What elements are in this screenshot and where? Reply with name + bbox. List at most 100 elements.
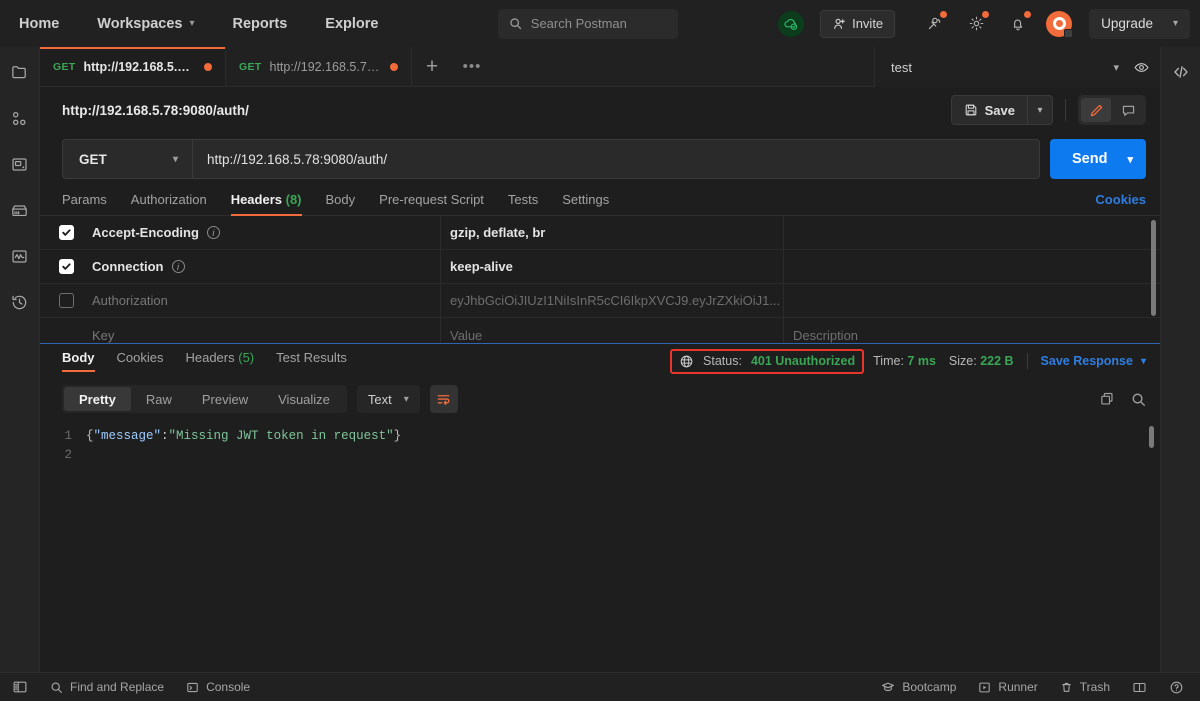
table-row[interactable]: Accept-Encoding i gzip, deflate, br xyxy=(40,216,1160,250)
invite-button[interactable]: Invite xyxy=(820,9,896,38)
new-tab-button[interactable]: + xyxy=(412,47,452,86)
tab-pre-request-script[interactable]: Pre-request Script xyxy=(367,192,496,215)
tab-headers[interactable]: Headers (8) xyxy=(219,192,314,216)
http-method-select[interactable]: GET ▾ xyxy=(63,140,193,178)
avatar-ring xyxy=(1052,17,1066,30)
new-header-key-input[interactable]: Key xyxy=(92,328,440,343)
view-mode-visualize[interactable]: Visualize xyxy=(263,387,345,411)
wrap-lines-button[interactable] xyxy=(429,385,458,413)
view-mode-preview[interactable]: Preview xyxy=(187,387,263,411)
help-button[interactable] xyxy=(1158,680,1188,695)
header-description-cell[interactable] xyxy=(783,216,1160,250)
new-header-value-input[interactable]: Value xyxy=(440,318,783,343)
send-button[interactable]: Send ▾ xyxy=(1050,139,1146,179)
monitors-icon[interactable] xyxy=(9,245,31,267)
bootcamp-button[interactable]: Bootcamp xyxy=(870,680,967,694)
trash-button[interactable]: Trash xyxy=(1049,680,1121,694)
main-body: GET http://192.168.5.78... GET http://19… xyxy=(0,47,1200,672)
search-icon xyxy=(509,17,522,30)
cookies-link[interactable]: Cookies xyxy=(1095,192,1146,215)
header-value-cell[interactable]: keep-alive xyxy=(440,249,783,284)
tab-method-label: GET xyxy=(239,60,262,73)
environment-quick-look-icon[interactable] xyxy=(1133,59,1150,76)
table-row[interactable]: Connection i keep-alive xyxy=(40,249,1160,284)
table-row[interactable]: Authorization eyJhbGciOiJIUzI1NiIsInR5cC… xyxy=(40,283,1160,318)
nav-item-explore[interactable]: Explore xyxy=(306,0,397,47)
globe-icon xyxy=(679,354,694,369)
response-tab-body[interactable]: Body xyxy=(62,350,106,372)
environment-selector[interactable]: test ▾ xyxy=(874,47,1160,87)
toggle-sidebar-button[interactable] xyxy=(8,679,39,695)
send-options-caret[interactable]: ▾ xyxy=(1127,153,1146,166)
info-icon[interactable]: i xyxy=(206,226,220,239)
environments-icon[interactable] xyxy=(9,153,31,175)
search-icon[interactable] xyxy=(1131,392,1146,407)
header-key-cell[interactable]: Authorization xyxy=(92,293,440,308)
bootcamp-icon xyxy=(881,680,895,694)
find-and-replace-label: Find and Replace xyxy=(70,680,165,694)
header-description-cell[interactable] xyxy=(783,283,1160,318)
new-header-description-input[interactable]: Description xyxy=(783,318,1160,343)
header-key-cell[interactable]: Accept-Encoding i xyxy=(92,225,440,240)
console-button[interactable]: Console xyxy=(175,680,261,694)
table-row-placeholder[interactable]: Key Value Description xyxy=(40,318,1160,343)
edit-mode-button[interactable] xyxy=(1081,98,1111,122)
request-tab-1[interactable]: GET http://192.168.5.78... xyxy=(40,47,226,86)
find-and-replace-button[interactable]: Find and Replace xyxy=(39,680,175,694)
request-tab-2[interactable]: GET http://192.168.5.78... xyxy=(226,47,412,86)
unsaved-indicator-dot xyxy=(204,62,212,71)
headers-table-scrollbar[interactable] xyxy=(1151,220,1156,316)
code-scrollbar[interactable] xyxy=(1149,426,1154,448)
bell-icon[interactable] xyxy=(1004,10,1032,38)
header-value-cell[interactable]: gzip, deflate, br xyxy=(440,216,783,250)
info-icon[interactable]: i xyxy=(171,260,185,273)
chevron-down-icon: ▾ xyxy=(1172,18,1178,29)
cloud-sync-icon[interactable] xyxy=(778,10,805,37)
save-response-button[interactable]: Save Response ▾ xyxy=(1041,354,1146,368)
gear-icon[interactable] xyxy=(962,10,990,38)
history-icon[interactable] xyxy=(9,291,31,313)
tab-title-label: http://192.168.5.78... xyxy=(269,59,383,74)
avatar[interactable] xyxy=(1046,10,1074,38)
search-input[interactable]: Search Postman xyxy=(497,8,678,39)
header-value-cell[interactable]: eyJhbGciOiJIUzI1NiIsInR5cCI6IkpXVCJ9.eyJ… xyxy=(440,283,783,318)
code-snippet-icon[interactable] xyxy=(1170,61,1192,83)
view-mode-raw[interactable]: Raw xyxy=(131,387,187,411)
save-options-caret[interactable]: ▾ xyxy=(1027,95,1053,125)
row-checkbox[interactable] xyxy=(40,293,92,308)
chevron-down-icon[interactable]: ▾ xyxy=(1113,61,1133,74)
mock-servers-icon[interactable] xyxy=(9,199,31,221)
header-description-cell[interactable] xyxy=(783,249,1160,284)
tab-settings[interactable]: Settings xyxy=(550,192,621,215)
header-key-cell[interactable]: Connection i xyxy=(92,259,440,274)
tab-body[interactable]: Body xyxy=(314,192,368,215)
tab-authorization[interactable]: Authorization xyxy=(119,192,219,215)
row-checkbox[interactable] xyxy=(40,259,92,274)
save-button[interactable]: Save xyxy=(950,95,1027,125)
collections-icon[interactable] xyxy=(9,61,31,83)
tab-params[interactable]: Params xyxy=(62,192,119,215)
response-tab-cookies[interactable]: Cookies xyxy=(106,350,175,372)
nav-item-reports[interactable]: Reports xyxy=(214,0,307,47)
response-format-select[interactable]: Text ▾ xyxy=(356,385,420,413)
row-checkbox[interactable] xyxy=(40,225,92,240)
description-placeholder: Description xyxy=(793,327,859,343)
upgrade-button[interactable]: Upgrade ▾ xyxy=(1089,8,1190,39)
response-body-code[interactable]: 1 {"message":"Missing JWT token in reque… xyxy=(40,420,1160,672)
view-mode-pretty[interactable]: Pretty xyxy=(64,387,131,411)
send-label: Send xyxy=(1072,151,1108,167)
apis-icon[interactable] xyxy=(9,107,31,129)
copy-icon[interactable] xyxy=(1099,391,1115,407)
nav-item-workspaces[interactable]: Workspaces ▾ xyxy=(78,0,213,47)
response-tab-test-results[interactable]: Test Results xyxy=(265,350,358,372)
two-pane-layout-button[interactable] xyxy=(1121,680,1158,695)
runner-button[interactable]: Runner xyxy=(967,680,1048,694)
comment-mode-button[interactable] xyxy=(1113,98,1143,122)
tab-options-icon[interactable]: ••• xyxy=(452,47,492,86)
tab-tests[interactable]: Tests xyxy=(496,192,550,215)
satellite-icon[interactable] xyxy=(920,10,948,38)
response-tab-headers[interactable]: Headers (5) xyxy=(174,350,265,372)
notification-dot xyxy=(940,10,948,18)
nav-item-home[interactable]: Home xyxy=(0,0,78,47)
url-input[interactable]: http://192.168.5.78:9080/auth/ xyxy=(193,140,1039,178)
